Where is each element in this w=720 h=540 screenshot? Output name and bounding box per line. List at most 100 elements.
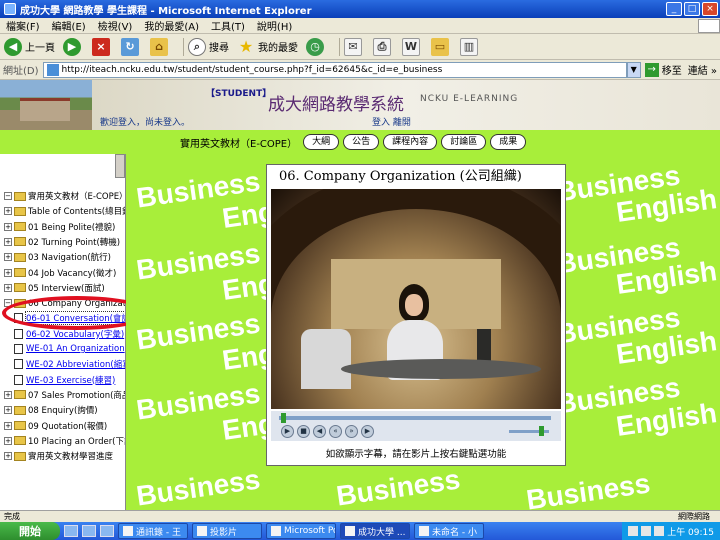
tree-folder[interactable]: +09 Quotation(報價) (4, 420, 107, 432)
close-button[interactable]: × (702, 2, 718, 16)
tray-language-icon[interactable] (628, 526, 639, 536)
app-icon (271, 526, 281, 536)
menu-file[interactable]: 檔案(F) (0, 18, 46, 33)
tree-folder[interactable]: +08 Enquiry(詢價) (4, 404, 98, 416)
expand-toggle-icon[interactable]: + (4, 436, 12, 445)
tree-folder[interactable]: +03 Navigation(航行) (4, 251, 111, 263)
expand-toggle-icon[interactable]: + (4, 421, 12, 430)
expand-toggle-icon[interactable]: + (4, 452, 12, 461)
expand-toggle-icon[interactable]: + (4, 253, 12, 262)
tray-volume-icon[interactable] (654, 526, 665, 536)
tree-folder[interactable]: +01 Being Polite(禮貌) (4, 221, 115, 233)
next-button[interactable]: ▶ (361, 425, 374, 438)
tree-folder[interactable]: + Table of Contents(總目錄) (4, 205, 125, 217)
menu-favorites[interactable]: 我的最愛(A) (138, 18, 205, 33)
tray-network-icon[interactable] (641, 526, 652, 536)
folder-icon (14, 206, 26, 216)
menu-help[interactable]: 說明(H) (251, 18, 298, 33)
address-input[interactable]: http://iteach.ncku.edu.tw/student/studen… (42, 61, 627, 78)
tree-folder[interactable]: +07 Sales Promotion(商品促銷) (4, 389, 125, 401)
tree-scrollbar[interactable] (115, 154, 125, 178)
quicklaunch-ie-icon[interactable] (64, 525, 78, 537)
expand-toggle-icon[interactable]: + (4, 268, 12, 277)
expand-toggle-icon[interactable]: − (4, 192, 12, 200)
go-arrow-icon: → (644, 62, 659, 77)
tree-folder[interactable]: +04 Job Vacancy(徵才) (4, 267, 116, 279)
app-icon (123, 526, 133, 536)
forward-button[interactable]: ▶ (63, 37, 84, 56)
maximize-button[interactable]: □ (684, 2, 700, 16)
menu-view[interactable]: 檢視(V) (92, 18, 139, 33)
video-frame[interactable] (271, 189, 561, 409)
home-button[interactable]: ⌂ (150, 37, 171, 56)
taskbar-button[interactable]: 投影片 (192, 523, 262, 539)
volume-thumb[interactable] (539, 426, 544, 436)
control-buttons: ▶ ■ ◀ « » ▶ (281, 425, 377, 438)
folder-icon (14, 237, 26, 247)
expand-toggle-icon[interactable]: + (4, 207, 12, 216)
seek-thumb[interactable] (281, 413, 286, 423)
tree-document[interactable]: WE-03 Exercise(練習) (4, 374, 115, 386)
history-button[interactable]: ◷ (306, 37, 327, 56)
quicklaunch-media-icon[interactable] (100, 525, 114, 537)
tree-folder[interactable]: + 實用英文教材學習進度 (4, 450, 113, 462)
taskbar: 開始 通訊錄 - 王 投影片 Microsoft Po... 成功大學 ... 未命名 … (0, 522, 720, 540)
main-content: BusinessEnglishBusinessEnglishBusinessEn… (126, 154, 720, 510)
taskbar-button[interactable]: 未命名 - 小 (414, 523, 484, 539)
back-button[interactable]: ◀ 上一頁 (4, 37, 55, 56)
prev-button[interactable]: ◀ (313, 425, 326, 438)
address-label: 網址(D) (3, 66, 39, 77)
course-syllabus-button[interactable]: 大綱 (303, 134, 340, 150)
clock[interactable]: 上午 09:15 (667, 525, 714, 538)
tree-folder[interactable]: +05 Interview(面試) (4, 282, 105, 294)
menu-edit[interactable]: 編輯(E) (46, 18, 92, 33)
edit-button[interactable]: W (402, 37, 423, 56)
login-logout-links[interactable]: 登入 離開 (372, 115, 411, 128)
tree-folder[interactable]: +02 Turning Point(轉機) (4, 236, 120, 248)
word-icon: W (402, 37, 420, 56)
expand-toggle-icon[interactable]: + (4, 222, 12, 231)
fastforward-button[interactable]: » (345, 425, 358, 438)
stop-button[interactable]: × (92, 37, 113, 56)
minimize-button[interactable]: _ (666, 2, 682, 16)
seek-bar[interactable] (279, 416, 551, 420)
course-forum-button[interactable]: 討論區 (441, 134, 487, 150)
expand-toggle-icon[interactable]: + (4, 390, 12, 399)
quicklaunch-desktop-icon[interactable] (82, 525, 96, 537)
research-button[interactable]: ▥ (460, 37, 481, 56)
address-dropdown-button[interactable]: ▼ (626, 61, 641, 78)
rewind-button[interactable]: « (329, 425, 342, 438)
ie-icon (4, 3, 16, 15)
folder-button[interactable]: ▭ (431, 37, 452, 56)
books-icon: ▥ (460, 37, 478, 56)
stop-button[interactable]: ■ (297, 425, 310, 438)
tree-document[interactable]: WE-02 Abbreviation(縮寫) (4, 358, 125, 370)
expand-toggle-icon[interactable]: + (4, 406, 12, 415)
tree-folder[interactable]: − 實用英文教材（E-COPE） (4, 190, 125, 202)
links-button[interactable]: 連結 » (688, 62, 717, 77)
expand-toggle-icon[interactable]: + (4, 283, 12, 292)
search-button[interactable]: ⌕ 搜尋 (188, 37, 229, 56)
document-icon (14, 344, 23, 354)
go-button[interactable]: → 移至 (644, 62, 682, 77)
print-button[interactable]: ⎙ (373, 37, 394, 56)
welcome-text: 歡迎登入，尚未登入。 (100, 118, 191, 128)
folder-icon (14, 268, 26, 277)
tree-document[interactable]: WE-01 An Organization (4, 343, 125, 355)
course-content-button[interactable]: 課程內容 (383, 134, 438, 150)
course-results-button[interactable]: 成果 (490, 134, 527, 150)
refresh-button[interactable]: ↻ (121, 37, 142, 56)
course-announcement-button[interactable]: 公告 (343, 134, 380, 150)
start-button[interactable]: 開始 (0, 522, 60, 540)
taskbar-button[interactable]: Microsoft Po... (266, 523, 336, 539)
tree-folder[interactable]: +10 Placing an Order(下訂單) (4, 435, 125, 447)
mail-button[interactable]: ✉ (344, 37, 365, 56)
tree-item-label: 10 Placing an Order(下訂單) (28, 436, 125, 447)
favorites-button[interactable]: ★ 我的最愛 (237, 37, 298, 56)
play-button[interactable]: ▶ (281, 425, 294, 438)
taskbar-button[interactable]: 成功大學 ... (340, 523, 410, 539)
tree-item-label: 04 Job Vacancy(徵才) (28, 268, 117, 279)
expand-toggle-icon[interactable]: + (4, 237, 12, 246)
menu-tools[interactable]: 工具(T) (205, 18, 251, 33)
taskbar-button[interactable]: 通訊錄 - 王 (118, 523, 188, 539)
